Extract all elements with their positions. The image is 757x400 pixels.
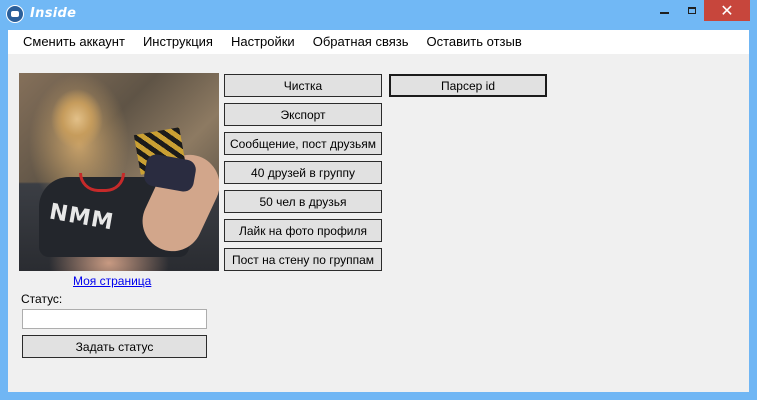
menu-bar: Сменить аккаунт Инструкция Настройки Обр… xyxy=(8,30,749,54)
cleaning-button[interactable]: Чистка xyxy=(224,74,382,97)
menu-item-feedback[interactable]: Обратная связь xyxy=(304,30,418,54)
status-input[interactable] xyxy=(22,309,207,329)
menu-item-instructions[interactable]: Инструкция xyxy=(134,30,222,54)
export-button[interactable]: Экспорт xyxy=(224,103,382,126)
message-post-friends-button[interactable]: Сообщение, пост друзьям xyxy=(224,132,382,155)
window-title: Inside xyxy=(30,6,77,21)
app-window: Inside ✕ Сменить аккаунт Инструкция Наст… xyxy=(0,0,757,400)
friends-to-group-button[interactable]: 40 друзей в группу xyxy=(224,161,382,184)
post-wall-groups-button[interactable]: Пост на стену по группам xyxy=(224,248,382,271)
menu-item-settings[interactable]: Настройки xyxy=(222,30,304,54)
my-page-link[interactable]: Моя страница xyxy=(73,274,151,288)
close-button[interactable]: ✕ xyxy=(704,0,750,21)
set-status-button[interactable]: Задать статус xyxy=(22,335,207,358)
minimize-icon xyxy=(659,12,669,14)
minimize-button[interactable] xyxy=(652,0,676,20)
like-profile-photo-button[interactable]: Лайк на фото профиля xyxy=(224,219,382,242)
title-bar[interactable]: Inside ✕ xyxy=(0,0,757,30)
app-icon xyxy=(6,5,24,23)
people-to-friends-button[interactable]: 50 чел в друзья xyxy=(224,190,382,213)
close-icon: ✕ xyxy=(720,2,734,20)
client-area: Сменить аккаунт Инструкция Настройки Обр… xyxy=(8,30,749,392)
profile-photo: NMM xyxy=(19,73,219,271)
status-label: Статус: xyxy=(21,292,63,306)
maximize-button[interactable] xyxy=(680,0,704,20)
maximize-icon xyxy=(688,6,696,14)
parser-id-button[interactable]: Парсер id xyxy=(389,74,547,97)
menu-item-leave-review[interactable]: Оставить отзыв xyxy=(417,30,530,54)
menu-item-switch-account[interactable]: Сменить аккаунт xyxy=(14,30,134,54)
